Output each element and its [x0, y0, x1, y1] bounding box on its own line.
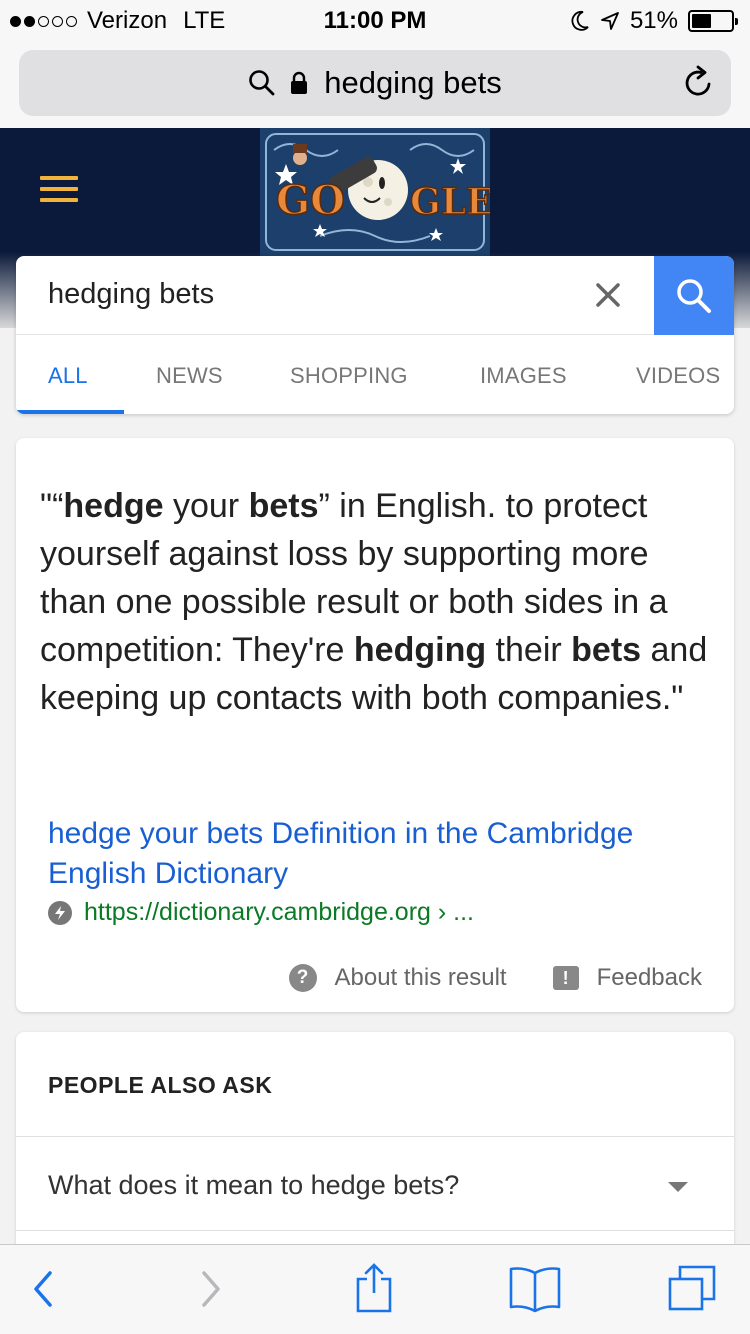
result-meta: ? About this result ! Feedback [288, 964, 702, 992]
battery-level [692, 14, 712, 28]
search-icon [249, 70, 275, 96]
snippet-open-quote: "“ [40, 487, 64, 525]
battery-icon [688, 10, 738, 32]
tabs-icon[interactable] [666, 1263, 720, 1313]
snippet-text-1: your [163, 487, 249, 525]
browser-toolbar [0, 1244, 750, 1334]
snippet-bold-hedging: hedging [353, 631, 487, 669]
snippet-bold-bets: bets [248, 487, 319, 525]
people-also-ask-card: PEOPLE ALSO ASK What does it mean to hed… [16, 1032, 734, 1262]
result-link-title[interactable]: hedge your bets Definition in the Cambri… [48, 814, 708, 894]
divider [16, 1136, 734, 1137]
tab-videos[interactable]: VIDEOS [636, 363, 720, 389]
lock-icon [291, 71, 308, 94]
feedback-link[interactable]: ! Feedback [552, 964, 702, 992]
tab-shopping[interactable]: SHOPPING [290, 363, 408, 389]
snippet-bold-bets-2: bets [571, 631, 642, 669]
clear-icon[interactable] [592, 276, 624, 312]
reload-icon[interactable] [683, 65, 715, 99]
search-icon [677, 278, 711, 313]
result-snippet: "“hedge your bets” in English. to protec… [40, 482, 720, 722]
paa-question[interactable]: What does it mean to hedge bets? [48, 1170, 459, 1201]
result-url-row: https://dictionary.cambridge.org › ... [48, 898, 474, 927]
battery-percent: 51% [629, 7, 678, 34]
hamburger-icon[interactable] [40, 176, 78, 209]
snippet-text-3: their [486, 631, 572, 669]
search-input[interactable]: hedging bets [48, 278, 214, 311]
search-card: hedging bets ALL NEWS SHOPPING IMAGES VI… [16, 256, 734, 414]
browser-address-area: hedging bets [0, 40, 750, 128]
google-doodle-logo[interactable]: GO GLE [260, 128, 490, 256]
address-bar[interactable]: hedging bets [19, 50, 731, 116]
about-label: About this result [334, 964, 507, 991]
result-url[interactable]: https://dictionary.cambridge.org › ... [84, 898, 474, 927]
chevron-down-icon[interactable] [668, 1182, 688, 1192]
feedback-label: Feedback [596, 964, 702, 991]
search-tabs: ALL NEWS SHOPPING IMAGES VIDEOS [16, 335, 734, 414]
search-button[interactable] [654, 256, 734, 335]
svg-text:GLE: GLE [410, 181, 490, 223]
status-right: 51% [570, 7, 738, 35]
search-box: hedging bets [16, 256, 734, 335]
tab-news[interactable]: NEWS [156, 363, 223, 389]
snippet-bold-hedge: hedge [63, 487, 164, 525]
help-icon: ? [288, 964, 317, 992]
svg-text:GO: GO [276, 177, 345, 224]
amp-icon [48, 900, 72, 925]
featured-result-card: "“hedge your bets” in English. to protec… [16, 438, 734, 1012]
feedback-icon: ! [552, 966, 579, 990]
divider [16, 1230, 734, 1231]
tab-images[interactable]: IMAGES [480, 363, 567, 389]
forward-icon[interactable] [196, 1267, 226, 1311]
active-tab-indicator [16, 410, 124, 414]
back-icon[interactable] [28, 1267, 58, 1311]
paa-title: PEOPLE ALSO ASK [48, 1072, 273, 1098]
location-arrow-icon [601, 12, 619, 30]
about-this-result[interactable]: ? About this result [288, 964, 507, 992]
tab-all[interactable]: ALL [48, 363, 88, 389]
address-text: hedging bets [324, 65, 502, 100]
bookmarks-icon[interactable] [508, 1265, 562, 1313]
share-icon[interactable] [354, 1261, 394, 1315]
moon-icon [571, 11, 589, 31]
status-bar: Verizon LTE 11:00 PM 51% [0, 0, 750, 40]
